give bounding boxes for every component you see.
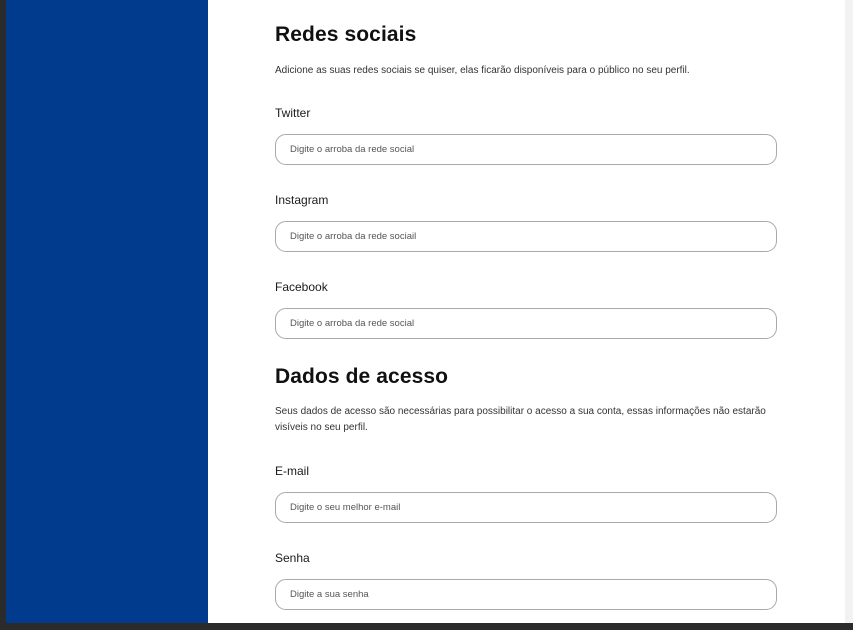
- facebook-input[interactable]: [275, 308, 777, 339]
- access-section-title: Dados de acesso: [275, 365, 449, 388]
- email-input[interactable]: [275, 492, 777, 523]
- social-section-description: Adicione as suas redes sociais se quiser…: [275, 65, 690, 76]
- facebook-label: Facebook: [275, 280, 328, 294]
- password-input[interactable]: [275, 579, 777, 610]
- social-section-title: Redes sociais: [275, 23, 417, 46]
- instagram-input[interactable]: [275, 221, 777, 252]
- canvas-bottom-edge: [0, 623, 853, 630]
- sidebar: [6, 0, 208, 623]
- form-content: Redes sociais Adicione as suas redes soc…: [208, 0, 845, 623]
- email-label: E-mail: [275, 464, 310, 478]
- canvas-edge: [845, 0, 853, 630]
- twitter-label: Twitter: [275, 106, 311, 120]
- instagram-label: Instagram: [275, 193, 329, 207]
- twitter-input[interactable]: [275, 134, 777, 165]
- access-section-description: Seus dados de acesso são necessárias par…: [275, 406, 766, 433]
- password-label: Senha: [275, 551, 310, 565]
- app-frame: Redes sociais Adicione as suas redes soc…: [6, 0, 845, 623]
